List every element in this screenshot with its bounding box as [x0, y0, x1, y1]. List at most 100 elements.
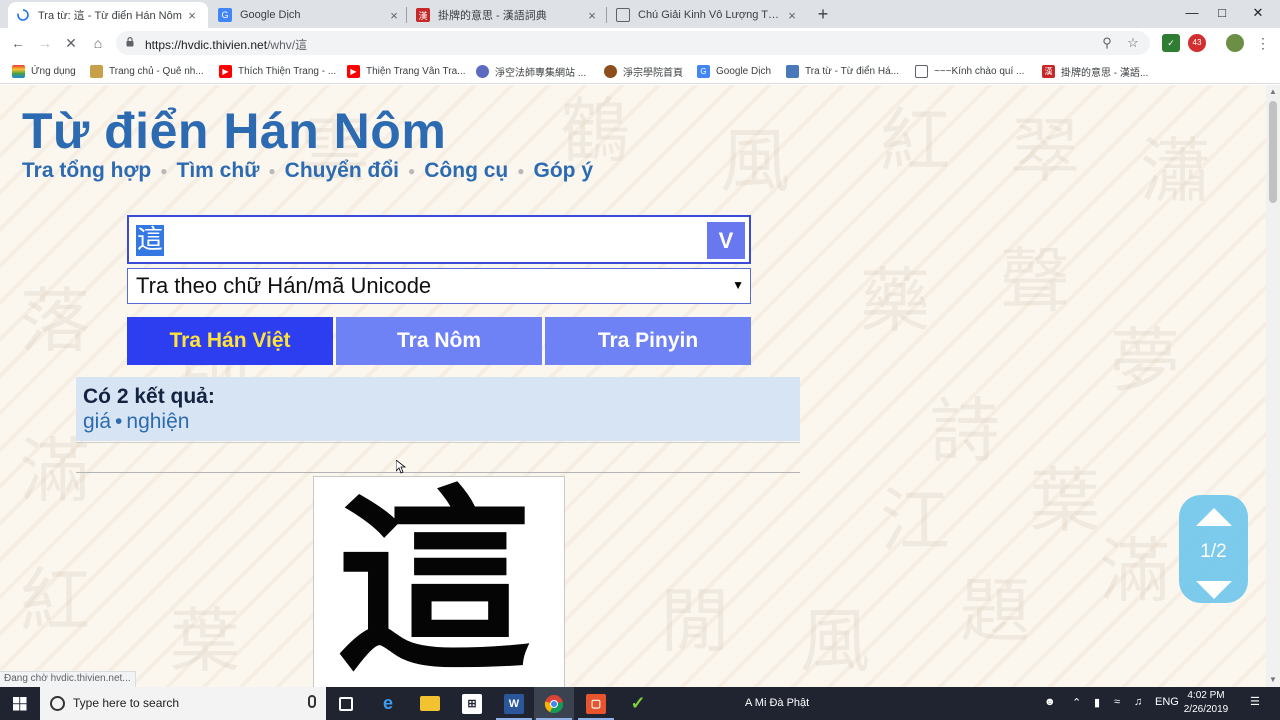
close-window-icon[interactable]: ✕ [1236, 0, 1280, 28]
scroll-up-icon[interactable] [1196, 508, 1232, 526]
browser-toolbar: ← → ✕ ⌂ https://hvdic.thivien.net/whv/這 … [0, 28, 1280, 58]
bookmark-hanyu[interactable]: 漢掛牌的意思 - 漢語... [1042, 63, 1148, 79]
edge-icon[interactable]: e [368, 687, 408, 720]
taskbar-clock[interactable]: 4:02 PM 2/26/2019 [1180, 689, 1232, 717]
microphone-icon[interactable] [308, 695, 316, 708]
google-translate-icon: G [697, 64, 710, 78]
result-link-nghien[interactable]: nghiện [126, 410, 189, 433]
virtual-keyboard-button[interactable]: V [707, 222, 745, 259]
extension-badge-icon[interactable]: 43 [1188, 34, 1206, 52]
windows-logo-icon [13, 697, 27, 711]
page-scroller[interactable]: 1/2 [1179, 495, 1248, 603]
clock-date: 2/26/2019 [1183, 704, 1229, 715]
forward-arrow-icon[interactable]: → [35, 33, 55, 53]
character-glyph: 這 [336, 476, 533, 687]
taskbar-running-label[interactable]: A Mi Đà Phật [745, 697, 809, 709]
tra-pinyin-button[interactable]: Tra Pinyin [545, 317, 751, 365]
battery-icon[interactable]: ▮ [1094, 696, 1100, 709]
tra-nom-button[interactable]: Tra Nôm [336, 317, 542, 365]
tab-tra-tu[interactable]: Tra từ: 這 - Từ điển Hán Nôm × [8, 2, 208, 28]
nav-chuyen-doi[interactable]: Chuyển đổi [285, 159, 399, 183]
extension-icon[interactable]: ✓ [1162, 34, 1180, 52]
scrollbar-thumb[interactable] [1269, 101, 1277, 203]
bookmark-star-icon[interactable]: ☆ [1124, 34, 1142, 52]
pure-land-icon [604, 64, 617, 78]
result-link-gia[interactable]: giá [83, 410, 111, 433]
nav-cong-cu[interactable]: Công cụ [424, 159, 508, 183]
new-tab-button[interactable]: + [814, 4, 832, 24]
bookmark-tra-tu[interactable]: Tra từ - Từ điển Há... [786, 63, 899, 79]
nav-tra-tong-hop[interactable]: Tra tổng hợp [22, 159, 151, 183]
clock-time: 4:02 PM [1187, 690, 1225, 701]
scrollbar-up-icon[interactable]: ▲ [1266, 85, 1280, 99]
windows-taskbar: Type here to search e ⊞ W ▢ ✓ A Mi Đà Ph… [0, 687, 1280, 720]
tab-divider [606, 7, 607, 23]
scroll-down-icon[interactable] [1196, 581, 1232, 599]
bookmark-kinh-chao[interactable]: ~~~Kính chào quí ... [915, 63, 1024, 79]
tab-title: Tra từ: 這 - Từ điển Hán Nôm [38, 10, 182, 22]
volume-icon[interactable]: ♫ [1134, 696, 1142, 708]
bookmark-tinh-tong[interactable]: 淨宗學院首頁 [604, 63, 683, 79]
menu-kebab-icon[interactable]: ⋮ [1254, 34, 1272, 52]
tab-chu-giai[interactable]: Chú Giải Kinh Vô Lượng Thọ - Ph × [608, 2, 808, 28]
input-language[interactable]: ENG [1155, 696, 1179, 708]
result-count: Có 2 kết quả: [83, 385, 215, 408]
bookmark-tinh-khong[interactable]: 淨空法師專集網站 ... [476, 63, 586, 79]
query-input[interactable]: 這 V [127, 215, 751, 264]
notifications-icon[interactable]: ☰ [1250, 695, 1260, 708]
tab-google-dich[interactable]: G Google Dịch × [210, 2, 410, 28]
bookmark-thien-trang-van[interactable]: ▶ Thiện Trang Vân Tra... [347, 63, 466, 79]
divider [76, 472, 800, 473]
tab-close-icon[interactable]: × [184, 8, 200, 23]
bookmark-apps[interactable]: Ứng dụng [12, 63, 76, 79]
page-icon [616, 8, 630, 22]
taskbar-search[interactable]: Type here to search [40, 687, 326, 720]
home-icon[interactable]: ⌂ [88, 33, 108, 53]
bookmark-google-dich[interactable]: G Google Dịch [697, 63, 771, 79]
bookmarks-bar: Ứng dụng Trang chủ - Quê nh... ▶ Thích Th… [0, 58, 1280, 84]
scrollbar-down-icon[interactable]: ▼ [1266, 673, 1280, 687]
wifi-icon[interactable]: ≈ [1114, 696, 1120, 708]
page-scrollbar[interactable]: ▲ ▼ [1266, 85, 1280, 687]
presentation-app-icon[interactable]: ▢ [576, 687, 616, 720]
chrome-icon[interactable] [534, 687, 574, 720]
tab-hanyu-cidian[interactable]: 漢 掛牌的意思 - 漢語詞典 × [408, 2, 608, 28]
people-icon[interactable]: ☻ [1044, 696, 1056, 708]
address-bar[interactable]: https://hvdic.thivien.net/whv/這 ⚲ ☆ [116, 31, 1150, 55]
cortana-icon [50, 696, 65, 711]
url-text: https://hvdic.thivien.net/whv/這 [145, 38, 308, 52]
task-view-icon[interactable] [326, 687, 366, 720]
tab-title: 掛牌的意思 - 漢語詞典 [438, 10, 547, 22]
stop-loading-icon[interactable]: ✕ [61, 33, 81, 53]
loading-spinner-icon [16, 8, 30, 22]
file-explorer-icon[interactable] [410, 687, 450, 720]
word-icon[interactable]: W [494, 687, 534, 720]
bookmark-trang-chu[interactable]: Trang chủ - Quê nh... [90, 63, 204, 79]
zoom-icon[interactable]: ⚲ [1098, 34, 1116, 52]
back-arrow-icon[interactable]: ← [8, 33, 28, 53]
bookmark-thich-thien-trang[interactable]: ▶ Thích Thiện Trang - ... [219, 63, 336, 79]
result-summary: Có 2 kết quả: giá • nghiện [76, 377, 800, 441]
tab-close-icon[interactable]: × [386, 8, 402, 23]
checkmark-app-icon[interactable]: ✓ [618, 687, 658, 720]
tab-strip: Tra từ: 這 - Từ điển Hán Nôm × G Google D… [0, 0, 1280, 28]
tra-han-viet-button[interactable]: Tra Hán Việt [127, 317, 333, 365]
tab-title: Chú Giải Kinh Vô Lượng Thọ - Ph [638, 9, 784, 21]
divider [76, 442, 800, 443]
show-hidden-icons[interactable]: ⌃ [1072, 696, 1081, 709]
profile-avatar[interactable] [1226, 34, 1244, 52]
site-nav: Tra tổng hợp ● Tìm chữ ● Chuyển đổi ● Cô… [22, 159, 593, 183]
nav-gop-y[interactable]: Góp ý [534, 159, 594, 183]
google-translate-icon: G [218, 8, 232, 22]
character-image: 這 [313, 476, 565, 687]
start-button[interactable] [0, 687, 40, 720]
site-title[interactable]: Từ điển Hán Nôm [22, 102, 446, 160]
nav-tim-chu[interactable]: Tìm chữ [177, 159, 260, 183]
tab-close-icon[interactable]: × [784, 8, 800, 23]
amitabha-site-icon [476, 64, 489, 78]
store-icon[interactable]: ⊞ [452, 687, 492, 720]
hanyu-cidian-icon: 漢 [416, 8, 430, 22]
nav-separator: ● [268, 164, 276, 178]
tab-close-icon[interactable]: × [584, 8, 600, 23]
search-mode-select[interactable]: Tra theo chữ Hán/mã Unicode ▼ [127, 268, 751, 304]
